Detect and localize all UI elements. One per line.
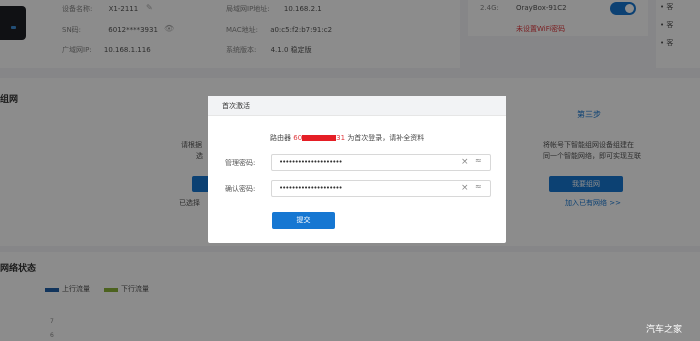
dialog-message: 路由器 60 31 为首次登录，请补全资料 bbox=[270, 133, 424, 143]
confirm-password-value: •••••••••••••••••••• bbox=[279, 184, 343, 192]
message-sn-end: 31 bbox=[336, 134, 346, 142]
admin-password-field[interactable]: •••••••••••••••••••• × ≈ bbox=[271, 154, 491, 171]
message-suffix: 为首次登录，请补全资料 bbox=[347, 134, 425, 142]
dialog-header: 首次激活 bbox=[208, 96, 506, 116]
redaction-bar bbox=[302, 135, 337, 141]
clear-icon[interactable]: × bbox=[461, 157, 469, 167]
first-activation-dialog: 首次激活 路由器 60 31 为首次登录，请补全资料 管理密码: ••••••••… bbox=[208, 96, 506, 243]
admin-password-label: 管理密码: bbox=[225, 159, 256, 167]
clear-icon[interactable]: × bbox=[461, 183, 469, 193]
submit-button[interactable]: 提交 bbox=[272, 212, 335, 229]
confirm-password-label: 确认密码: bbox=[225, 185, 256, 193]
hide-password-icon[interactable]: ≈ bbox=[475, 156, 482, 165]
admin-password-value: •••••••••••••••••••• bbox=[279, 158, 343, 166]
message-sn-start: 60 bbox=[293, 134, 303, 142]
confirm-password-field[interactable]: •••••••••••••••••••• × ≈ bbox=[271, 180, 491, 197]
hide-password-icon[interactable]: ≈ bbox=[475, 182, 482, 191]
router-admin-page: 设备名称: X1-2111 ✎ SN码: 6012****3931 👁 广域网I… bbox=[0, 0, 700, 341]
message-prefix: 路由器 bbox=[270, 134, 291, 142]
watermark: 汽车之家 bbox=[646, 325, 683, 335]
dialog-title: 首次激活 bbox=[222, 102, 250, 110]
